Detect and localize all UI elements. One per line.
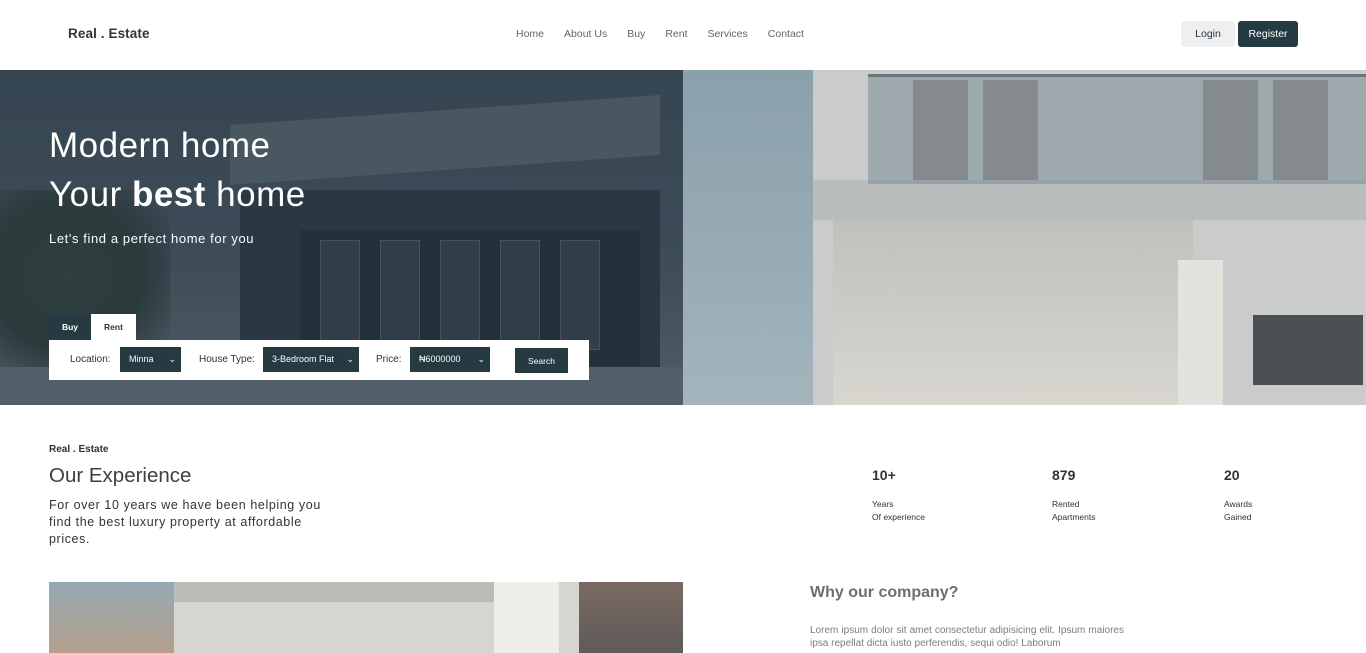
hero-title-line2-suffix: home bbox=[205, 175, 306, 214]
company-image bbox=[49, 582, 683, 653]
stat-awards: 20 Awards Gained bbox=[1224, 467, 1252, 524]
tab-buy[interactable]: Buy bbox=[49, 314, 91, 340]
nav-home[interactable]: Home bbox=[516, 28, 544, 40]
experience-title: Our Experience bbox=[49, 464, 192, 487]
hero-title-line2-prefix: Your bbox=[49, 175, 132, 214]
price-value: ₦6000000 bbox=[419, 354, 461, 364]
why-text: Lorem ipsum dolor sit amet consectetur a… bbox=[810, 625, 1124, 649]
stat-label: Awards bbox=[1224, 499, 1253, 509]
house-type-label: House Type: bbox=[199, 354, 255, 365]
chevron-down-icon: ⌄ bbox=[168, 354, 176, 364]
hero-title-bold: best bbox=[131, 175, 206, 214]
hero-title-line1: Modern home bbox=[49, 126, 271, 165]
stat-label: Rented bbox=[1052, 499, 1080, 509]
stat-label: Gained bbox=[1224, 512, 1252, 522]
section-brand: Real . Estate bbox=[49, 444, 109, 455]
hero-subtitle: Let's find a perfect home for you bbox=[49, 231, 255, 246]
stat-label: Apartments bbox=[1052, 512, 1096, 522]
why-title: Why our company? bbox=[810, 584, 959, 601]
register-button[interactable]: Register bbox=[1238, 21, 1298, 47]
house-type-value: 3-Bedroom Flat bbox=[272, 354, 335, 364]
stat-number: 20 bbox=[1224, 467, 1240, 483]
stat-label: Years bbox=[872, 499, 894, 509]
experience-text: For over 10 years we have been helping y… bbox=[49, 498, 321, 546]
stat-number: 879 bbox=[1052, 467, 1076, 483]
stat-number: 10+ bbox=[872, 467, 896, 483]
search-button[interactable]: Search bbox=[515, 348, 568, 373]
nav-about-us[interactable]: About Us bbox=[564, 28, 607, 40]
hero-image-right bbox=[683, 70, 1366, 405]
nav-services[interactable]: Services bbox=[708, 28, 748, 40]
tab-rent[interactable]: Rent bbox=[91, 314, 136, 340]
nav-contact[interactable]: Contact bbox=[768, 28, 804, 40]
stat-apartments: 879 Rented Apartments bbox=[1052, 467, 1095, 524]
house-type-select[interactable]: 3-Bedroom Flat ⌄ bbox=[263, 347, 359, 372]
login-button[interactable]: Login bbox=[1181, 21, 1235, 47]
hero-title: Modern home Your best home bbox=[49, 121, 306, 219]
price-label: Price: bbox=[376, 354, 402, 365]
header: Real . Estate Home About Us Buy Rent Ser… bbox=[0, 0, 1366, 70]
price-select[interactable]: ₦6000000 ⌄ bbox=[410, 347, 490, 372]
nav-buy[interactable]: Buy bbox=[627, 28, 645, 40]
location-value: Minna bbox=[129, 354, 154, 364]
logo[interactable]: Real . Estate bbox=[68, 26, 150, 41]
nav-rent[interactable]: Rent bbox=[665, 28, 687, 40]
chevron-down-icon: ⌄ bbox=[346, 354, 354, 364]
search-form: Location: Minna ⌄ House Type: 3-Bedroom … bbox=[49, 340, 589, 380]
chevron-down-icon: ⌄ bbox=[477, 354, 485, 364]
stat-label: Of experience bbox=[872, 512, 925, 522]
stat-years: 10+ Years Of experience bbox=[872, 467, 925, 524]
main-nav: Home About Us Buy Rent Services Contact bbox=[516, 28, 824, 40]
location-select[interactable]: Minna ⌄ bbox=[120, 347, 181, 372]
location-label: Location: bbox=[70, 354, 111, 365]
